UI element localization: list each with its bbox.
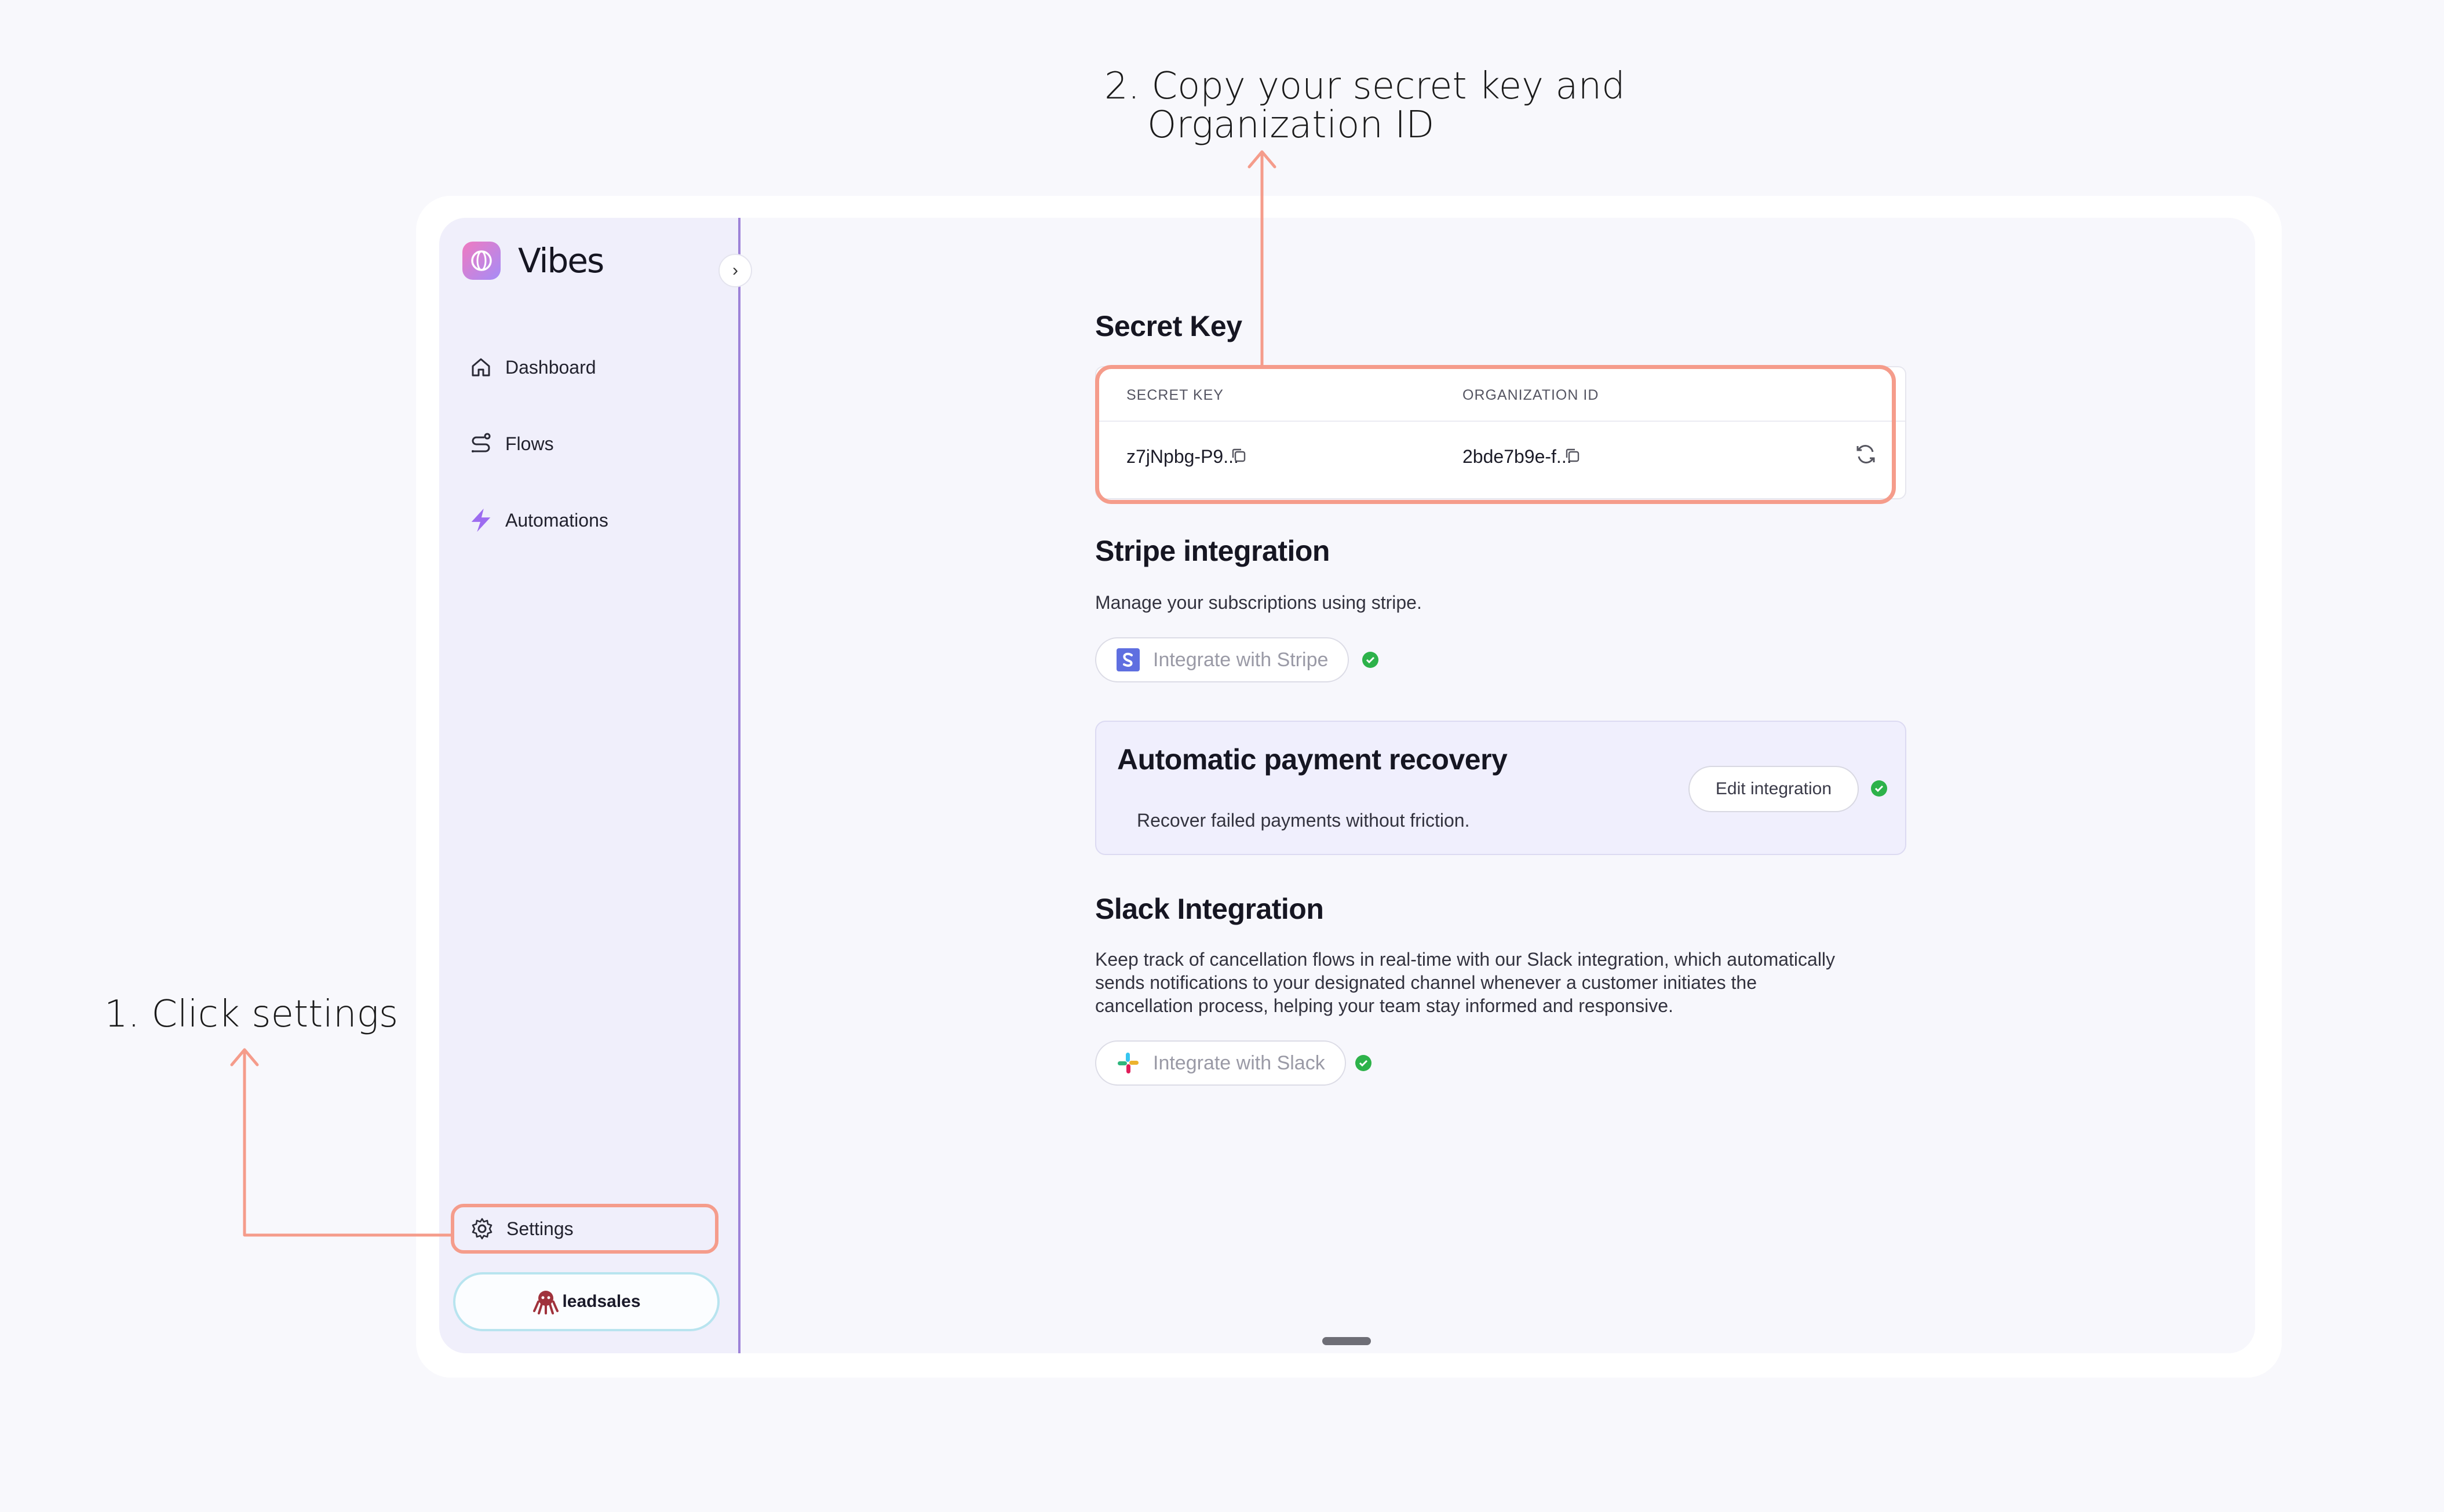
sidebar-item-automations[interactable]: Automations [468, 507, 608, 533]
integrate-slack-label: Integrate with Slack [1153, 1051, 1325, 1074]
step2-annotation: 2. Copy your secret key and Organization… [1104, 67, 1625, 144]
flows-icon [468, 431, 494, 456]
stripe-status-check-icon [1362, 652, 1378, 668]
app-window: Vibes Dashboard Flows Automations Settin… [439, 218, 2255, 1353]
secret-key-title: Secret Key [1095, 310, 1242, 342]
slack-description: Keep track of cancellation flows in real… [1095, 948, 1835, 1017]
integrate-slack-button[interactable]: Integrate with Slack [1095, 1040, 1346, 1086]
integrate-stripe-button[interactable]: Integrate with Stripe [1095, 637, 1349, 682]
sidebar-item-dashboard[interactable]: Dashboard [468, 355, 596, 380]
recovery-description: Recover failed payments without friction… [1137, 810, 1470, 831]
org-switcher[interactable]: leadsales [453, 1272, 720, 1331]
slack-description-line1: Keep track of cancellation flows in real… [1095, 949, 1836, 970]
payment-recovery-card: Automatic payment recovery Recover faile… [1095, 721, 1906, 855]
brand-name: Vibes [518, 241, 604, 280]
step2-line1: 2. Copy your secret key and [1104, 65, 1625, 108]
sidebar: Vibes Dashboard Flows Automations Settin… [439, 218, 741, 1353]
home-icon [468, 355, 494, 380]
recovery-title: Automatic payment recovery [1117, 743, 1508, 776]
home-indicator [1322, 1337, 1371, 1345]
sidebar-item-flows[interactable]: Flows [468, 431, 554, 456]
integrate-stripe-label: Integrate with Stripe [1153, 648, 1329, 671]
chevron-right-icon[interactable]: › [718, 254, 752, 287]
edit-integration-button[interactable]: Edit integration [1688, 766, 1859, 812]
settings-label: Settings [506, 1218, 574, 1239]
sidebar-item-label: Dashboard [505, 356, 596, 378]
slack-description-line3: cancellation process, helping your team … [1095, 995, 1673, 1016]
slack-status-check-icon [1355, 1055, 1371, 1071]
vibes-logo-icon [462, 242, 501, 280]
stripe-description: Manage your subscriptions using stripe. [1095, 592, 1422, 613]
sidebar-item-label: Flows [505, 433, 554, 454]
slack-title: Slack Integration [1095, 893, 1324, 925]
recovery-status-check-icon [1871, 780, 1887, 797]
step1-annotation: 1. Click settings [104, 993, 399, 1036]
sidebar-item-label: Automations [505, 509, 608, 531]
secret-key-highlight [1095, 365, 1896, 504]
org-name: leadsales [562, 1292, 641, 1311]
gear-icon [469, 1216, 495, 1241]
stripe-title: Stripe integration [1095, 535, 1330, 567]
brand[interactable]: Vibes [462, 241, 604, 280]
stripe-icon [1116, 648, 1140, 672]
octopus-icon [532, 1288, 560, 1316]
slack-description-line2: sends notifications to your designated c… [1095, 972, 1757, 993]
step2-line2: Organization ID [1147, 103, 1435, 147]
sidebar-item-settings[interactable]: Settings [451, 1204, 718, 1254]
slack-icon [1116, 1051, 1140, 1075]
bolt-icon [468, 507, 494, 533]
